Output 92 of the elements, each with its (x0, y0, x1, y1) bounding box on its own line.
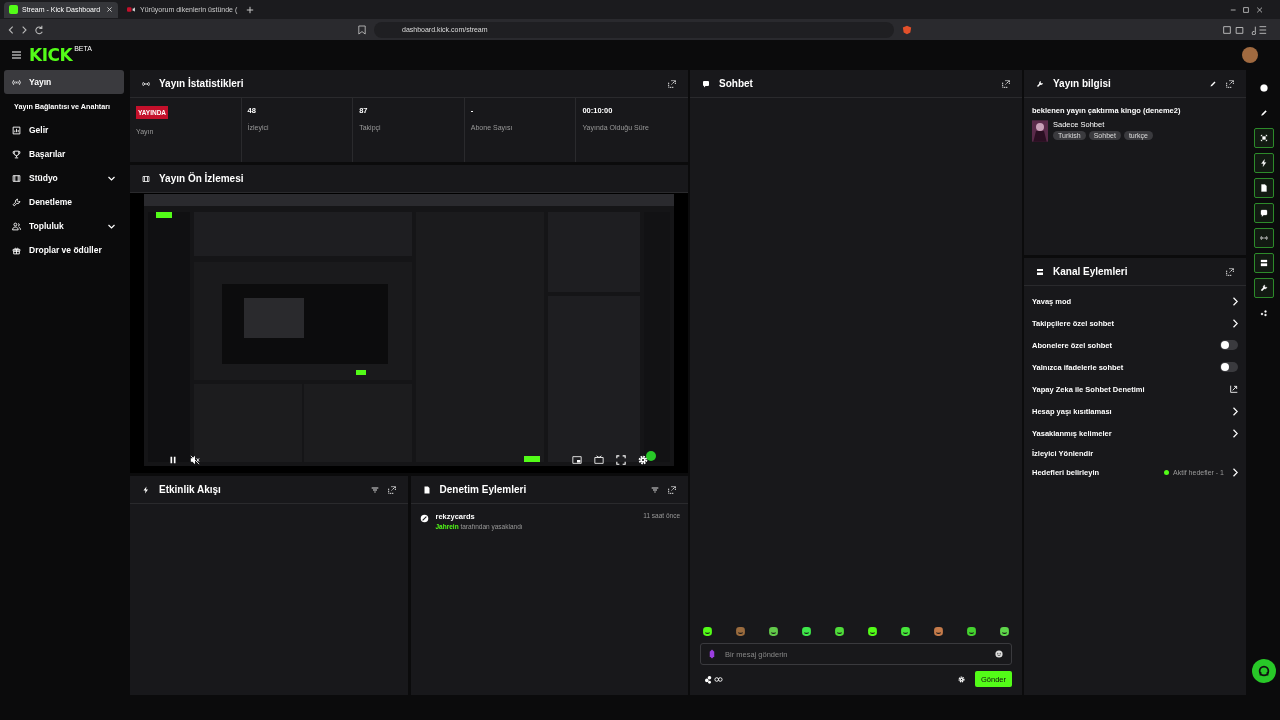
popout-icon[interactable] (1226, 79, 1234, 88)
status-dot (646, 451, 656, 461)
panel-title: Etkinlik Akışı (159, 484, 222, 495)
people-icon (12, 221, 21, 231)
rail-button[interactable] (1254, 178, 1274, 198)
pip-icon[interactable] (572, 455, 582, 465)
popout-icon[interactable] (668, 79, 676, 88)
emote-icon[interactable] (768, 626, 779, 637)
chevron-icon[interactable] (1232, 296, 1238, 306)
sidebar-item[interactable]: Stüdyo (4, 166, 124, 190)
film-icon (12, 173, 21, 183)
category-thumbnail (1032, 120, 1048, 142)
popout-icon[interactable] (1002, 79, 1010, 88)
chart-icon (12, 125, 21, 135)
sidebar-item[interactable]: Denetleme (4, 190, 124, 214)
panel-title: Yayın İstatistikleri (159, 78, 245, 89)
bolt-icon (1260, 159, 1268, 167)
rail-button[interactable] (1254, 153, 1274, 173)
sidebar-item[interactable]: Droplar ve ödüller (4, 238, 124, 262)
popout-icon[interactable] (668, 485, 676, 494)
info-icon (1260, 84, 1268, 92)
wrench-icon (12, 197, 21, 207)
chat-bubble-icon (702, 79, 710, 88)
emote-icon[interactable] (834, 626, 845, 637)
chevron-icon[interactable] (1232, 428, 1238, 438)
menu-icon[interactable] (12, 51, 21, 59)
stack-icon (1260, 259, 1268, 267)
sidebar-item[interactable]: Başarılar (4, 142, 124, 166)
document-icon (1260, 184, 1268, 192)
help-button[interactable] (1252, 659, 1276, 683)
emote-icon[interactable] (801, 626, 812, 637)
new-tab-icon[interactable] (246, 5, 255, 14)
wrench-icon (1260, 284, 1268, 292)
sidebar-item[interactable]: Yayın (4, 70, 124, 94)
rail-button[interactable] (1254, 253, 1274, 273)
fullscreen-icon[interactable] (616, 455, 626, 465)
favicon-icon (9, 5, 18, 14)
gem-icon (709, 649, 715, 659)
rail-button[interactable] (1254, 203, 1274, 223)
points-icon[interactable] (704, 674, 724, 684)
shield-icon[interactable] (902, 24, 912, 35)
rail-button[interactable] (1254, 278, 1274, 298)
sidebar-item[interactable]: Gelir (4, 118, 124, 142)
chevron-icon[interactable] (1232, 468, 1238, 477)
emote-icon[interactable] (966, 626, 977, 637)
chevron-icon[interactable] (1232, 406, 1238, 416)
trophy-icon (12, 149, 21, 159)
broadcast-icon (142, 79, 150, 88)
filter-icon[interactable] (370, 485, 379, 494)
chevron-icon[interactable] (1232, 318, 1238, 328)
chat-bubble-icon (1260, 209, 1268, 217)
panel-title: Yayın Ön İzlemesi (159, 173, 245, 184)
popout-icon[interactable] (1226, 267, 1234, 276)
emote-icon[interactable] (900, 626, 911, 637)
toggle-switch[interactable] (1220, 340, 1238, 350)
nodes-icon (1260, 309, 1268, 317)
ban-icon (419, 514, 429, 523)
theater-icon[interactable] (594, 455, 604, 465)
rail-button[interactable] (1254, 128, 1274, 148)
emote-icon[interactable] (999, 626, 1010, 637)
emoji-icon[interactable] (995, 650, 1003, 658)
wrench-icon (1036, 79, 1044, 88)
mute-icon[interactable] (190, 455, 200, 465)
bookmark-icon[interactable] (358, 24, 366, 35)
stack-icon (1036, 267, 1044, 276)
popout-icon[interactable] (387, 485, 396, 494)
emote-icon[interactable] (702, 626, 713, 637)
focus-icon (1260, 134, 1268, 142)
emote-icon[interactable] (867, 626, 878, 637)
kick-logo[interactable]: KICK (29, 45, 73, 65)
pencil-icon[interactable] (1209, 79, 1217, 88)
filter-icon[interactable] (651, 485, 659, 494)
sidebar-item[interactable]: Topluluk (4, 214, 124, 238)
pause-icon[interactable] (168, 455, 178, 465)
avatar[interactable] (1242, 47, 1258, 63)
panel-title: Yayın bilgisi (1053, 78, 1112, 89)
toggle-switch[interactable] (1220, 362, 1238, 372)
broadcast-icon (1260, 234, 1268, 242)
document-icon (422, 485, 431, 494)
gift-icon (12, 245, 21, 255)
panel-title: Denetim Eylemleri (439, 484, 528, 495)
bolt-icon (142, 485, 150, 494)
film-icon (142, 174, 150, 183)
settings-icon[interactable] (957, 675, 965, 683)
close-icon[interactable] (106, 6, 113, 13)
external-link-icon[interactable] (1230, 385, 1238, 393)
emote-icon[interactable] (933, 626, 944, 637)
speaker-icon (127, 5, 136, 14)
pencil-icon (1260, 109, 1268, 117)
broadcast-icon (12, 77, 21, 87)
panel-title: Kanal Eylemleri (1053, 266, 1129, 277)
panel-title: Sohbet (719, 78, 754, 89)
